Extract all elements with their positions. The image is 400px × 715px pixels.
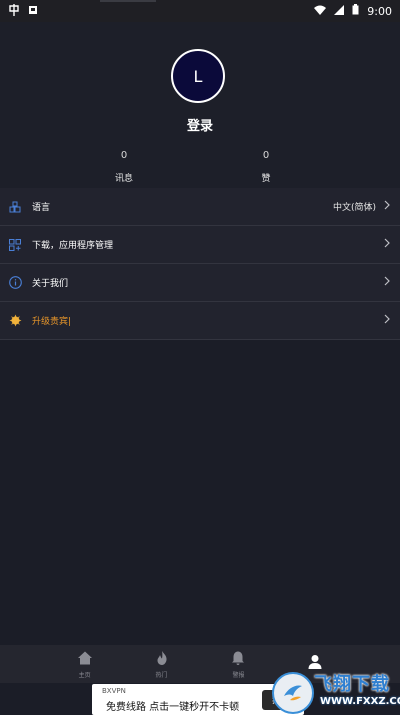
menu-item-about[interactable]: 关于我们 bbox=[0, 264, 400, 302]
menu-item-upgrade-vip[interactable]: 升级贵宾| bbox=[0, 302, 400, 340]
chevron-right-icon bbox=[384, 238, 390, 251]
status-right: 9:00 bbox=[314, 4, 392, 18]
menu-item-label: 下载，应用程序管理 bbox=[32, 241, 114, 251]
menu-item-label: 语言 bbox=[32, 203, 51, 213]
nav-label: 主页 bbox=[78, 671, 91, 679]
menu-item-downloads[interactable]: 下载，应用程序管理 bbox=[0, 226, 400, 264]
status-bar: 9:00 bbox=[0, 0, 400, 22]
status-left bbox=[8, 3, 38, 19]
likes-count: 0 bbox=[262, 150, 270, 161]
likes-label: 赞 bbox=[261, 174, 271, 184]
chevron-right-icon bbox=[384, 276, 390, 289]
vip-crown-icon bbox=[8, 314, 22, 328]
menu-item-language[interactable]: 语言 中文(简体) bbox=[0, 188, 400, 226]
home-icon bbox=[77, 650, 93, 668]
app-notification-icon bbox=[8, 3, 20, 19]
info-icon bbox=[8, 276, 22, 290]
ad-brand: BXVPN bbox=[102, 687, 126, 695]
nav-label: 热门 bbox=[155, 671, 168, 679]
avatar[interactable]: L bbox=[171, 49, 225, 103]
likes-stat[interactable]: 0 赞 bbox=[236, 150, 296, 184]
language-value: 中文(简体) bbox=[332, 203, 376, 213]
chevron-right-icon bbox=[384, 314, 390, 327]
menu-item-label: 关于我们 bbox=[32, 279, 69, 289]
menu-item-label: 升级贵宾| bbox=[32, 317, 72, 327]
watermark-logo-icon bbox=[272, 672, 314, 714]
flame-icon bbox=[154, 650, 170, 668]
language-icon bbox=[8, 200, 22, 214]
watermark-subtitle: WWW.FXXZ.COM bbox=[320, 696, 400, 707]
wifi-icon bbox=[314, 5, 327, 18]
battery-icon bbox=[352, 4, 359, 18]
signal-icon bbox=[334, 4, 345, 18]
badge-notification-icon bbox=[28, 5, 38, 18]
ad-text: 免费线路 点击一键秒开不卡顿 bbox=[106, 702, 240, 713]
site-watermark: 飞翔下载 WWW.FXXZ.COM bbox=[270, 668, 400, 714]
bell-icon bbox=[230, 650, 246, 668]
nav-item-home[interactable]: 主页 bbox=[46, 645, 123, 683]
messages-label: 讯息 bbox=[114, 174, 133, 184]
messages-stat[interactable]: 0 讯息 bbox=[94, 150, 154, 184]
top-indicator-line bbox=[100, 0, 156, 2]
profile-screen: 9:00 L 登录 0 讯息 0 赞 语言 中文(简体) 下载，应用程序管理 关… bbox=[0, 0, 400, 715]
login-link[interactable]: 登录 bbox=[0, 115, 400, 134]
chevron-right-icon bbox=[384, 200, 390, 213]
profile-header: L 登录 0 讯息 0 赞 bbox=[0, 22, 400, 188]
nav-label: 警报 bbox=[232, 671, 245, 679]
status-time: 9:00 bbox=[367, 4, 392, 18]
nav-item-alerts[interactable]: 警报 bbox=[200, 645, 277, 683]
watermark-title: 飞翔下载 bbox=[314, 674, 390, 695]
messages-count: 0 bbox=[120, 150, 128, 161]
apps-grid-icon bbox=[8, 238, 22, 252]
settings-menu: 语言 中文(简体) 下载，应用程序管理 关于我们 升级贵宾| bbox=[0, 188, 400, 340]
nav-item-hot[interactable]: 热门 bbox=[123, 645, 200, 683]
